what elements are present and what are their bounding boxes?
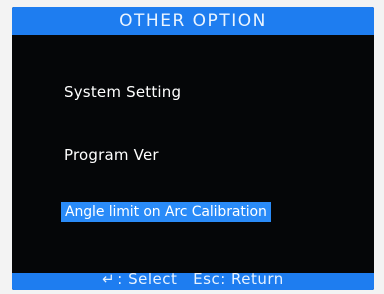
key-hints: ↵: Select Esc: Return (12, 273, 374, 288)
device-frame: OTHER OPTION System Setting Program Ver … (0, 0, 384, 294)
title-bar: OTHER OPTION (12, 7, 374, 35)
page-title: OTHER OPTION (119, 11, 267, 31)
select-hint: : Select (117, 273, 178, 288)
menu-item-program-ver[interactable]: Program Ver (64, 145, 159, 165)
enter-icon: ↵ (102, 273, 116, 288)
menu-item-angle-limit-arc-calibration[interactable]: Angle limit on Arc Calibration (61, 202, 271, 222)
menu-item-system-setting[interactable]: System Setting (64, 82, 181, 102)
hint-bar: ↵: Select Esc: Return (12, 273, 374, 290)
return-hint: Esc: Return (193, 273, 284, 288)
display-screen: OTHER OPTION System Setting Program Ver … (12, 7, 374, 290)
